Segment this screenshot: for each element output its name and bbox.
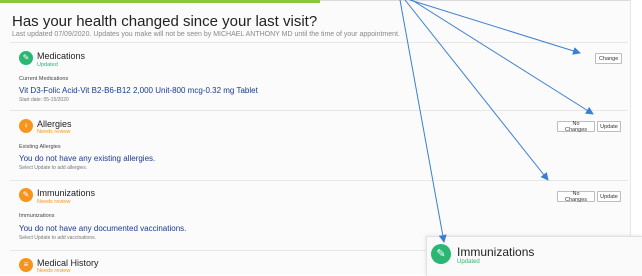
callout-status: Updated: [457, 259, 480, 265]
immunizations-update-button[interactable]: Update: [597, 191, 621, 202]
immunizations-status: Needs review: [37, 199, 71, 205]
syringe-icon: ✎: [19, 188, 33, 202]
immunizations-updated-callout: ✎ Immunizations Updated: [426, 236, 642, 276]
medical-history-title: Medical History: [37, 258, 99, 268]
medications-list-label: Current Medications: [19, 76, 69, 82]
immunizations-title: Immunizations: [37, 188, 96, 198]
medications-title: Medications: [37, 51, 86, 61]
section-divider: [10, 42, 628, 43]
medication-start-date: Start date: 05-15/2020: [19, 97, 69, 103]
immunizations-help: Select Update to add vaccinations.: [19, 235, 96, 241]
immunizations-list-label: Immunizations: [19, 213, 55, 219]
allergies-list-label: Existing Allergies: [19, 144, 61, 150]
section-divider: [10, 180, 628, 181]
medical-history-status: Needs review: [37, 268, 71, 274]
callout-title: Immunizations: [457, 245, 535, 259]
immunizations-no-changes-button[interactable]: No Changes: [557, 191, 595, 203]
medication-item: Vit D3-Folic Acid-Vit B2-B6-B12 2,000 Un…: [19, 86, 258, 95]
medications-change-button[interactable]: Change: [595, 53, 623, 64]
history-icon: ≡: [19, 258, 33, 272]
allergies-message: You do not have any existing allergies.: [19, 154, 156, 163]
immunizations-message: You do not have any documented vaccinati…: [19, 224, 187, 233]
allergies-no-changes-button[interactable]: No Changes: [557, 121, 595, 133]
progress-bar: [0, 0, 320, 3]
page-title: Has your health changed since your last …: [12, 13, 318, 30]
allergies-status: Needs review: [37, 129, 71, 135]
medications-status: Updated: [37, 62, 58, 68]
pill-icon: ✎: [19, 51, 33, 65]
allergies-title: Allergies: [37, 119, 72, 129]
page-subtitle: Last updated 07/09/2020. Updates you mak…: [12, 31, 400, 38]
allergy-icon: ♀: [19, 119, 33, 133]
allergies-help: Select Update to add allergies.: [19, 165, 88, 171]
syringe-icon: ✎: [431, 244, 451, 264]
health-changes-card: Has your health changed since your last …: [0, 0, 631, 275]
progress-track: [320, 0, 630, 1]
section-divider: [10, 110, 628, 111]
allergies-update-button[interactable]: Update: [597, 121, 621, 132]
